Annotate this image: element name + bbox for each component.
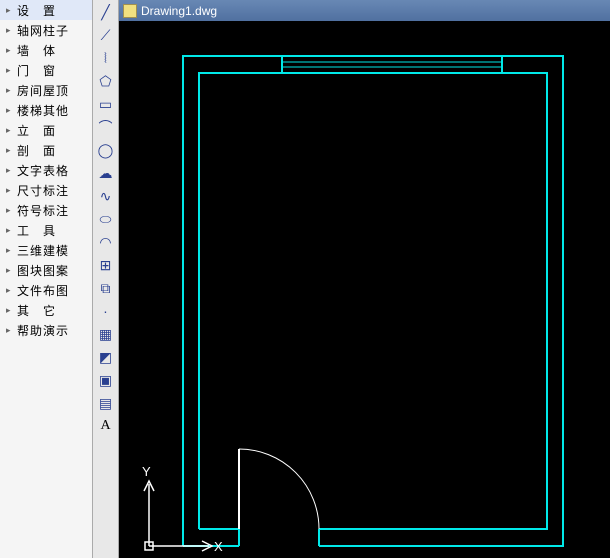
drawing-canvas[interactable]: Y X [119,21,610,558]
chevron-right-icon: ▸ [6,305,14,316]
tool-arc-icon[interactable]: ⌒ [96,117,116,137]
chevron-right-icon: ▸ [6,5,14,16]
ucs-y-label: Y [142,464,151,479]
menu-item-label: 房间屋顶 [17,82,69,99]
menu-item-label: 立 面 [17,122,56,139]
menu-item-help-demo[interactable]: ▸帮助演示 [0,320,92,340]
document-titlebar[interactable]: Drawing1.dwg [119,0,610,21]
menu-item-label: 剖 面 [17,142,56,159]
menu-item-tools[interactable]: ▸工 具 [0,220,92,240]
tool-rectangle-icon[interactable]: ▭ [96,94,116,114]
tool-point-icon[interactable]: · [96,301,116,321]
tool-ellipse-icon[interactable]: ⬭ [96,209,116,229]
tool-line-icon[interactable]: ╱ [96,2,116,22]
chevron-right-icon: ▸ [6,185,14,196]
tool-make-block-icon[interactable]: ⧉ [96,278,116,298]
menu-item-elevation[interactable]: ▸立 面 [0,120,92,140]
tool-hatch-icon[interactable]: ▦ [96,324,116,344]
menu-item-label: 尺寸标注 [17,182,69,199]
menu-item-label: 门 窗 [17,62,56,79]
dwg-file-icon [123,4,137,18]
tool-text-icon[interactable]: A [96,416,116,436]
menu-item-section[interactable]: ▸剖 面 [0,140,92,160]
menu-item-text-table[interactable]: ▸文字表格 [0,160,92,180]
chevron-right-icon: ▸ [6,65,14,76]
chevron-right-icon: ▸ [6,85,14,96]
menu-item-label: 符号标注 [17,202,69,219]
chevron-right-icon: ▸ [6,125,14,136]
menu-item-wall[interactable]: ▸墙 体 [0,40,92,60]
chevron-right-icon: ▸ [6,265,14,276]
chevron-right-icon: ▸ [6,145,14,156]
menu-item-3d-model[interactable]: ▸三维建模 [0,240,92,260]
chevron-right-icon: ▸ [6,285,14,296]
chevron-right-icon: ▸ [6,325,14,336]
tool-polyline-icon[interactable]: ⦚ [96,48,116,68]
menu-item-stair-other[interactable]: ▸楼梯其他 [0,100,92,120]
menu-item-dimension[interactable]: ▸尺寸标注 [0,180,92,200]
menu-item-label: 文件布图 [17,282,69,299]
menu-item-label: 墙 体 [17,42,56,59]
document-title: Drawing1.dwg [141,4,217,18]
draw-toolbox: ╱ ⟋ ⦚ ⬠ ▭ ⌒ ◯ ☁ ∿ ⬭ ◠ ⊞ ⧉ · ▦ ◩ ▣ ▤ A [93,0,119,558]
tool-insert-block-icon[interactable]: ⊞ [96,255,116,275]
tool-spline-icon[interactable]: ∿ [96,186,116,206]
chevron-right-icon: ▸ [6,205,14,216]
menu-item-other[interactable]: ▸其 它 [0,300,92,320]
ucs-x-label: X [214,539,223,554]
tool-ellipse-arc-icon[interactable]: ◠ [96,232,116,252]
chevron-right-icon: ▸ [6,165,14,176]
menu-item-label: 帮助演示 [17,322,69,339]
menu-item-file-layout[interactable]: ▸文件布图 [0,280,92,300]
tool-region-icon[interactable]: ▣ [96,370,116,390]
menu-item-door-window[interactable]: ▸门 窗 [0,60,92,80]
menu-item-axis-column[interactable]: ▸轴网柱子 [0,20,92,40]
document-area: Drawing1.dwg [119,0,610,558]
tool-revision-cloud-icon[interactable]: ☁ [96,163,116,183]
tool-gradient-icon[interactable]: ◩ [96,347,116,367]
menu-item-label: 文字表格 [17,162,69,179]
tool-circle-icon[interactable]: ◯ [96,140,116,160]
left-menu-panel: ▸设 置 ▸轴网柱子 ▸墙 体 ▸门 窗 ▸房间屋顶 ▸楼梯其他 ▸立 面 ▸剖… [0,0,93,558]
chevron-right-icon: ▸ [6,25,14,36]
tool-table-icon[interactable]: ▤ [96,393,116,413]
menu-item-block-pattern[interactable]: ▸图块图案 [0,260,92,280]
chevron-right-icon: ▸ [6,45,14,56]
chevron-right-icon: ▸ [6,245,14,256]
menu-item-label: 工 具 [17,222,56,239]
chevron-right-icon: ▸ [6,225,14,236]
menu-item-label: 其 它 [17,302,56,319]
tool-polygon-icon[interactable]: ⬠ [96,71,116,91]
menu-item-label: 三维建模 [17,242,69,259]
menu-item-label: 图块图案 [17,262,69,279]
menu-item-settings[interactable]: ▸设 置 [0,0,92,20]
tool-construction-line-icon[interactable]: ⟋ [96,25,116,45]
menu-item-label: 设 置 [17,2,56,19]
floor-plan-drawing: Y X [119,21,610,558]
menu-item-label: 轴网柱子 [17,22,69,39]
menu-item-symbol[interactable]: ▸符号标注 [0,200,92,220]
chevron-right-icon: ▸ [6,105,14,116]
menu-item-room-roof[interactable]: ▸房间屋顶 [0,80,92,100]
menu-item-label: 楼梯其他 [17,102,69,119]
